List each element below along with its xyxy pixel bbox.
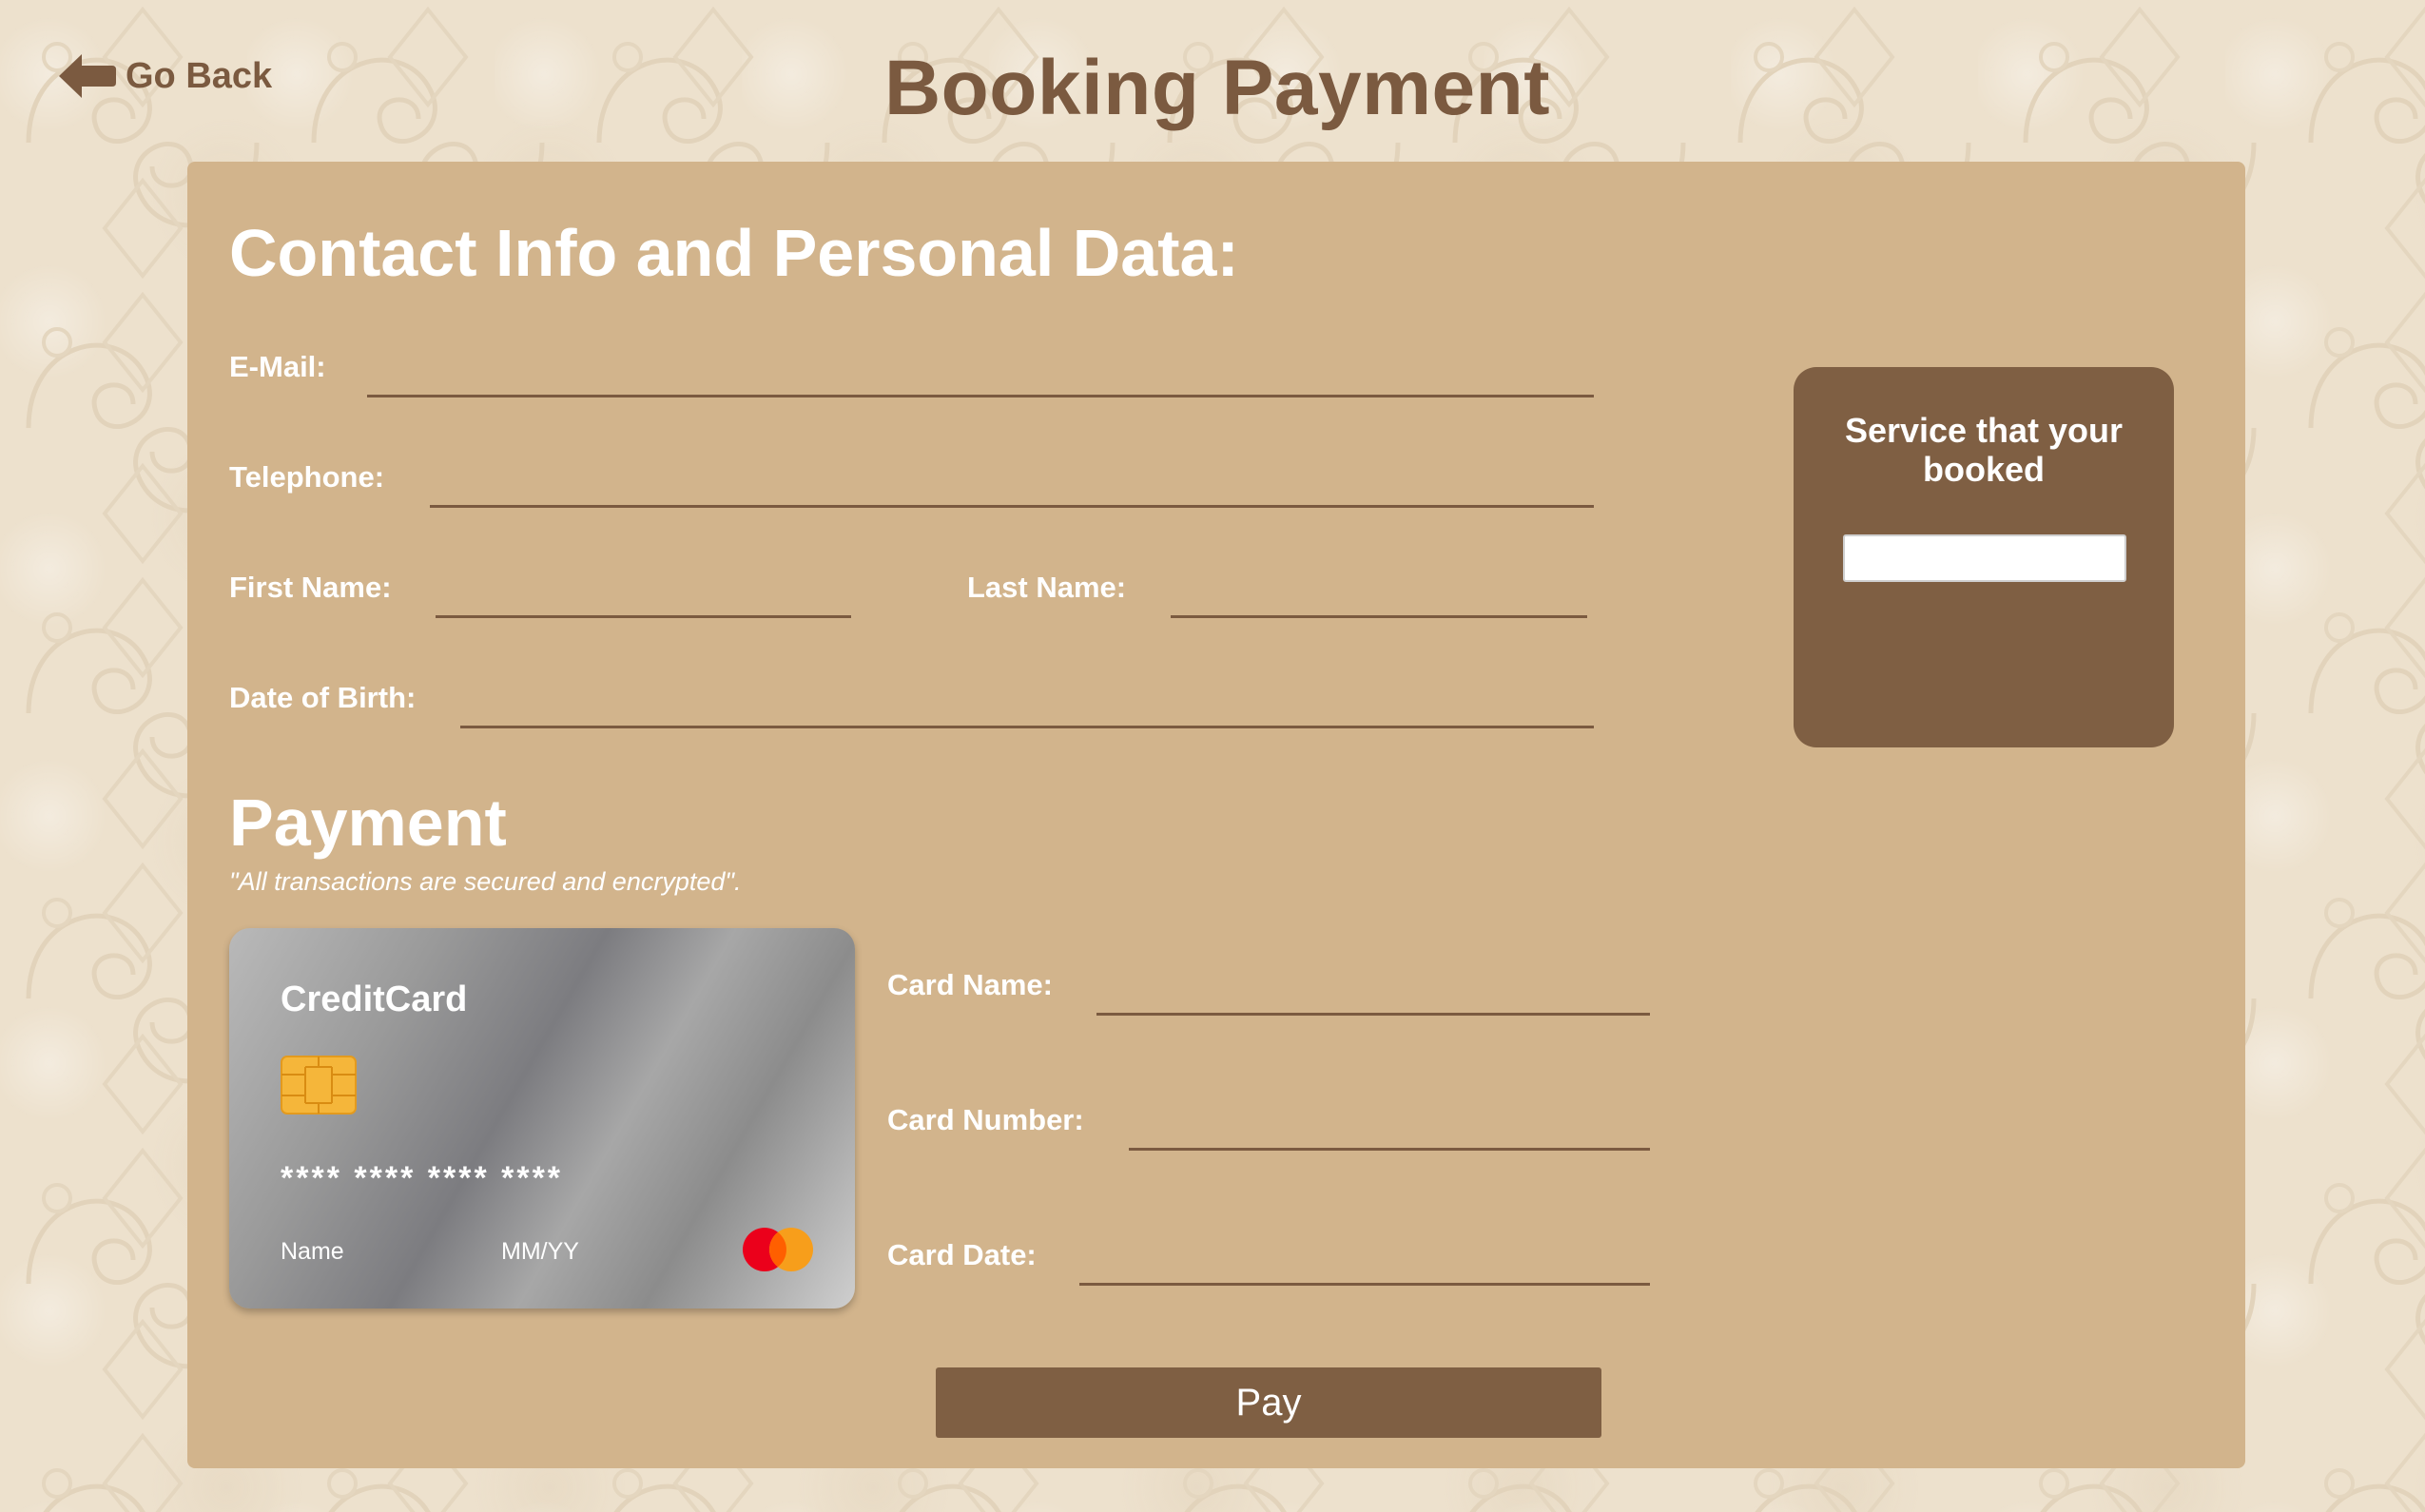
credit-card-preview: CreditCard **** **** **** **** Name MM/Y… bbox=[229, 928, 855, 1308]
card-date-label: Card Date: bbox=[887, 1238, 1037, 1271]
telephone-label: Telephone: bbox=[229, 460, 385, 494]
card-name-placeholder: Name bbox=[281, 1238, 344, 1265]
card-number-mask: **** **** **** **** bbox=[281, 1160, 564, 1196]
card-name-input[interactable] bbox=[1096, 968, 1650, 1016]
booked-service-input[interactable] bbox=[1843, 534, 2126, 582]
telephone-field: Telephone: bbox=[229, 460, 1618, 517]
card-number-field: Card Number: bbox=[887, 1103, 1650, 1160]
contact-section-title: Contact Info and Personal Data: bbox=[229, 216, 1239, 290]
email-input[interactable] bbox=[367, 350, 1594, 397]
last-name-label: Last Name: bbox=[967, 571, 1127, 604]
last-name-field: Last Name: bbox=[967, 571, 1633, 628]
card-number-label: Card Number: bbox=[887, 1103, 1084, 1136]
card-number-input[interactable] bbox=[1129, 1103, 1650, 1151]
first-name-input[interactable] bbox=[436, 571, 851, 618]
mastercard-logo-icon bbox=[743, 1228, 813, 1271]
booked-service-card: Service that your booked bbox=[1794, 367, 2174, 747]
card-name-field: Card Name: bbox=[887, 968, 1650, 1025]
payment-section-title: Payment bbox=[229, 785, 507, 860]
first-name-label: First Name: bbox=[229, 571, 392, 604]
pay-button[interactable]: Pay bbox=[936, 1367, 1601, 1438]
page-title: Booking Payment bbox=[883, 45, 1551, 131]
date-of-birth-input[interactable] bbox=[460, 681, 1594, 728]
card-date-field: Card Date: bbox=[887, 1238, 1650, 1295]
booked-service-title: Service that your booked bbox=[1844, 411, 2124, 489]
booking-form-panel: Contact Info and Personal Data: E-Mail: … bbox=[187, 162, 2245, 1468]
security-note: "All transactions are secured and encryp… bbox=[229, 867, 742, 896]
date-of-birth-field: Date of Birth: bbox=[229, 681, 1618, 738]
telephone-input[interactable] bbox=[430, 460, 1594, 508]
card-chip-icon bbox=[281, 1056, 357, 1115]
date-of-birth-label: Date of Birth: bbox=[229, 681, 417, 714]
card-name-label: Card Name: bbox=[887, 968, 1053, 1001]
first-name-field: First Name: bbox=[229, 571, 895, 628]
card-date-input[interactable] bbox=[1079, 1238, 1650, 1286]
email-label: E-Mail: bbox=[229, 350, 326, 383]
email-field: E-Mail: bbox=[229, 350, 1618, 407]
card-brand-label: CreditCard bbox=[281, 979, 468, 1019]
last-name-input[interactable] bbox=[1171, 571, 1587, 618]
card-expiry-placeholder: MM/YY bbox=[501, 1238, 579, 1265]
